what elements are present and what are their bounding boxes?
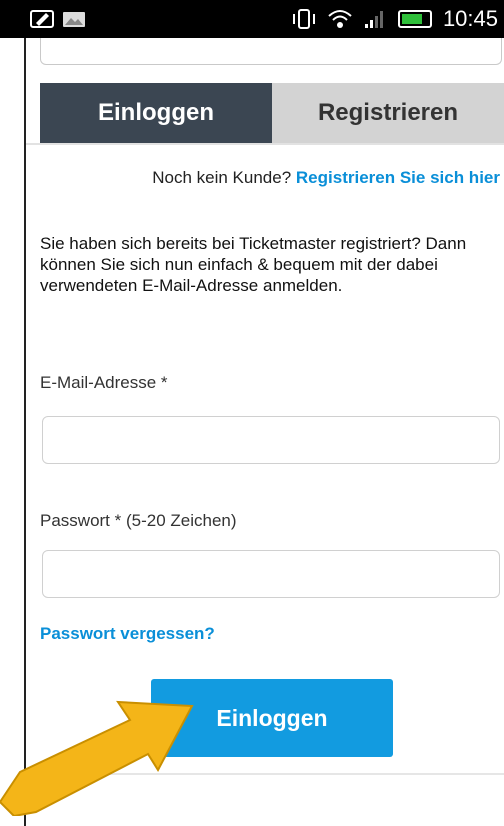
register-hint: Noch kein Kunde? Registrieren Sie sich h…	[152, 168, 500, 188]
tab-registrieren[interactable]: Registrieren	[272, 83, 504, 143]
image-icon	[63, 12, 85, 27]
vibrate-icon	[292, 9, 315, 29]
pointer-arrow-icon	[0, 700, 194, 816]
top-field-remnant[interactable]	[40, 38, 502, 65]
edit-icon	[30, 10, 54, 28]
password-label: Passwort * (5-20 Zeichen)	[40, 511, 237, 530]
email-label: E-Mail-Adresse *	[40, 373, 168, 392]
battery-icon	[397, 10, 432, 28]
forgot-password-link[interactable]: Passwort vergessen?	[40, 624, 215, 644]
login-tabs: Einloggen Registrieren	[40, 83, 504, 143]
register-hint-text: Noch kein Kunde?	[152, 168, 292, 187]
tab-einloggen[interactable]: Einloggen	[40, 83, 272, 143]
tabs-divider	[26, 143, 504, 145]
signal-icon	[364, 11, 383, 28]
email-field[interactable]	[42, 416, 500, 464]
wifi-icon	[328, 10, 352, 28]
status-bar: 10:45	[0, 0, 504, 38]
register-link[interactable]: Registrieren Sie sich hier	[296, 168, 500, 187]
status-right: 10:45	[291, 6, 498, 32]
intro-text: Sie haben sich bereits bei Ticketmaster …	[40, 234, 467, 295]
status-time: 10:45	[442, 6, 498, 31]
password-field[interactable]	[42, 550, 500, 598]
status-left	[30, 9, 86, 29]
